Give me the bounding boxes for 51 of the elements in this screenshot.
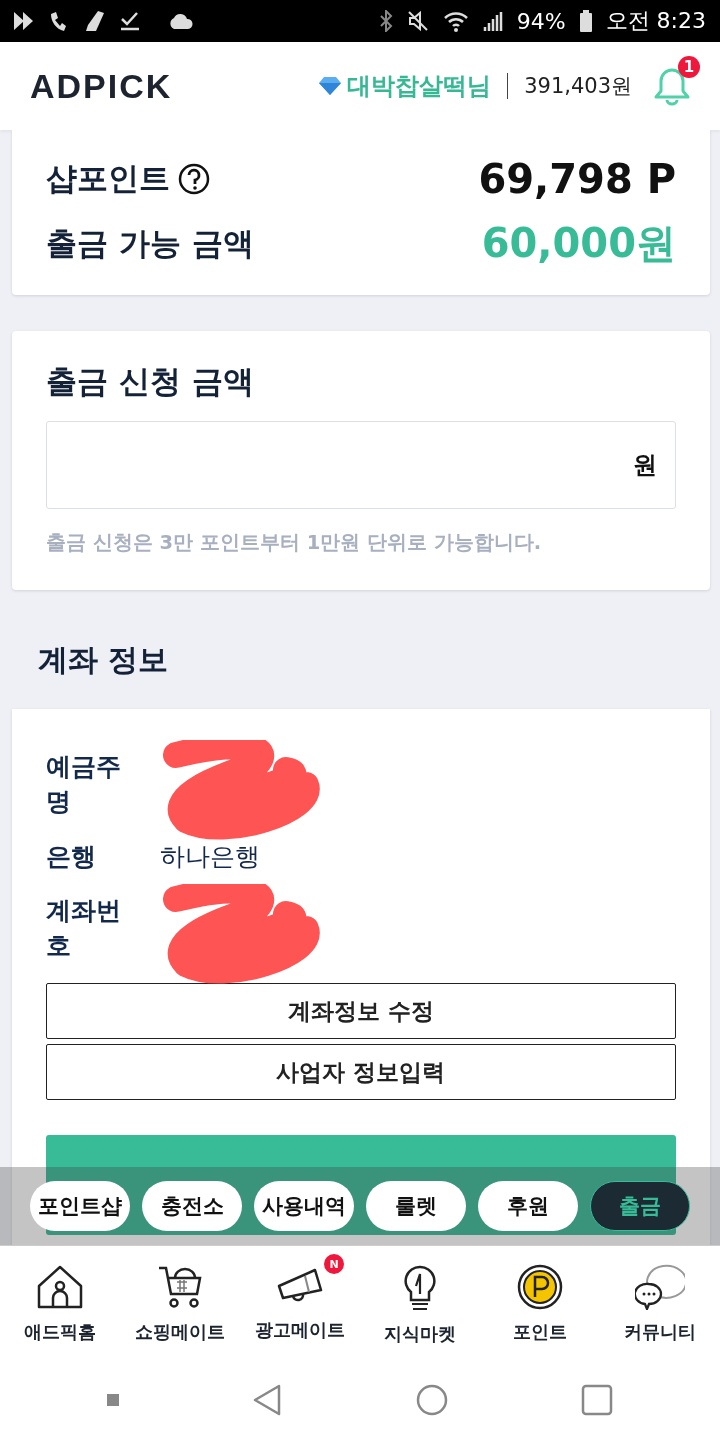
shopping-cart-icon [157,1264,203,1310]
section-title: 출금 신청 금액 [46,362,255,401]
logo[interactable]: ADPICK [30,66,173,106]
battery-icon [579,10,592,32]
play-icon [14,12,34,30]
chat-bubbles-icon [635,1264,685,1310]
signal-icon [482,11,503,31]
house-icon [36,1264,84,1310]
field-label: 예금주명 [46,751,122,818]
menu-chip[interactable]: 출금 [590,1181,690,1231]
hint-text: 출금 신청은 3만 포인트부터 1만원 단위로 가능합니다. [46,530,543,556]
new-badge: N [324,1254,344,1274]
outline-button[interactable]: 계좌정보 수정 [46,983,676,1039]
nav-item[interactable]: 지식마켓 [360,1246,480,1360]
nav-item[interactable]: 애드픽홈 [0,1246,120,1360]
menu-chip[interactable]: 충전소 [142,1181,242,1231]
unit-label: 원 [633,450,657,481]
menu-chip[interactable]: 포인트샵 [30,1181,130,1231]
coin-icon [517,1264,563,1310]
notification-badge: 1 [678,56,700,78]
outline-button[interactable]: 사업자 정보입력 [46,1044,676,1100]
nav-item[interactable]: 쇼핑메이트 [120,1246,240,1360]
cloud-icon [168,13,194,29]
menu-chip[interactable]: 사용내역 [254,1181,354,1231]
nav-item[interactable]: N 광고메이트 [240,1246,360,1360]
balance: 391,403원 [524,73,632,100]
menu-chip[interactable]: 룰렛 [366,1181,466,1231]
wifi-icon [442,10,469,32]
check-icon [120,11,140,31]
mute-icon [406,10,429,32]
bluetooth-icon [378,10,393,32]
summary-value: 69,798 P [478,156,676,202]
help-icon[interactable] [178,163,210,195]
field-value: 하나은행 [160,840,260,873]
diamond-icon [319,77,342,95]
field-label: 은행 [46,840,97,873]
summary-value: 60,000원 [481,219,676,268]
nav-item[interactable]: 커뮤니티 [600,1246,720,1360]
back-icon[interactable] [252,1384,283,1416]
battery-percent: 94% [516,8,566,34]
clock: 오전 8:23 [605,7,706,35]
light-bulb-icon [402,1264,438,1312]
summary-label: 출금 가능 금액 [46,223,254,263]
recents-icon[interactable] [581,1384,614,1416]
home-icon[interactable] [415,1384,448,1416]
section-title: 계좌 정보 [38,642,169,677]
menu-chip[interactable]: 후원 [478,1181,578,1231]
field-label: 계좌번호 [46,895,122,962]
nav-item[interactable]: 포인트 [480,1246,600,1360]
amount-field[interactable]: 원 [46,421,676,509]
summary-label: 샵포인트 [46,159,170,198]
